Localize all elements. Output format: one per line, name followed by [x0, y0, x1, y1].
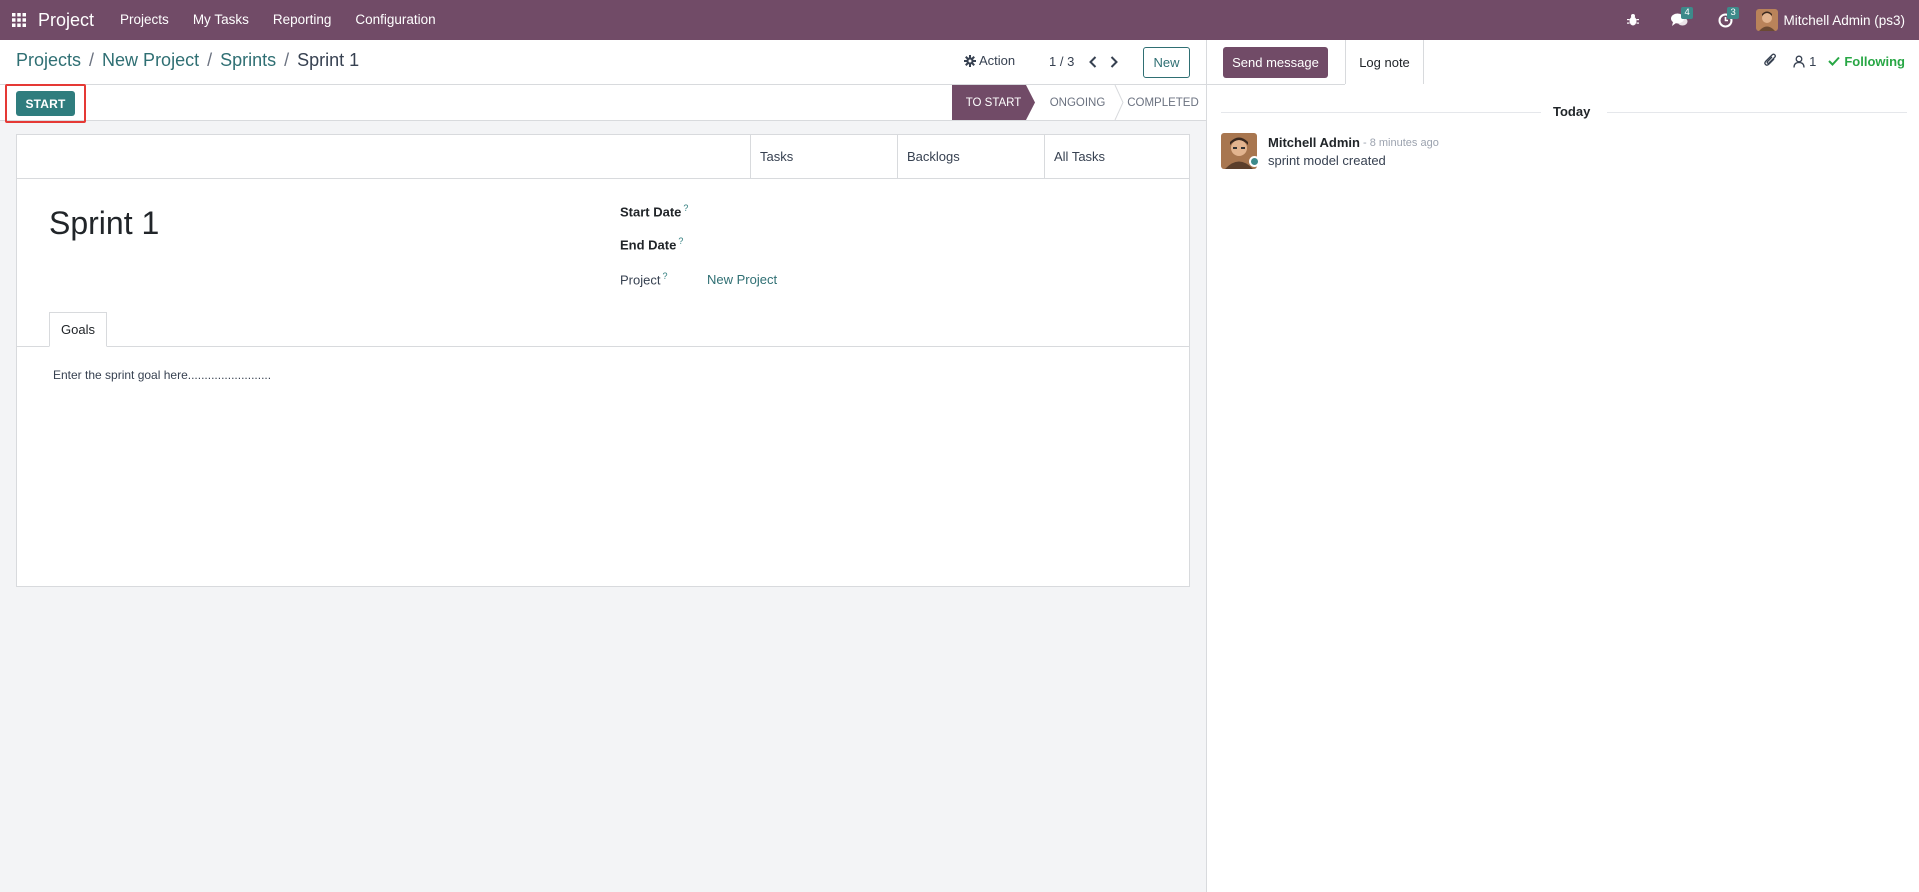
menu-my-tasks[interactable]: My Tasks	[181, 0, 261, 40]
breadcrumb-current: Sprint 1	[297, 50, 360, 70]
apps-menu-icon[interactable]	[0, 0, 38, 40]
chatter-panel: Send message Log note 1 Following Today …	[1206, 40, 1919, 892]
help-tooltip-icon[interactable]: ?	[678, 236, 683, 246]
check-icon	[1828, 56, 1841, 66]
menu-reporting[interactable]: Reporting	[261, 0, 344, 40]
tabs-divider	[17, 346, 1189, 347]
record-title[interactable]: Sprint 1	[49, 205, 159, 242]
pager-value[interactable]: 1 / 3	[1049, 54, 1074, 69]
action-label: Action	[979, 53, 1016, 68]
online-status-indicator	[1249, 156, 1260, 167]
project-field-value[interactable]: New Project	[707, 272, 777, 287]
breadcrumb-new-project[interactable]: New Project	[102, 50, 199, 71]
breadcrumb-separator: /	[284, 50, 290, 70]
breadcrumb-separator: /	[89, 50, 95, 70]
paperclip-icon[interactable]	[1763, 52, 1777, 70]
debug-bug-icon[interactable]	[1616, 0, 1650, 40]
project-label: Project?	[620, 271, 668, 288]
message-author[interactable]: Mitchell Admin	[1268, 135, 1360, 150]
followers-button[interactable]: 1	[1793, 54, 1816, 69]
user-name: Mitchell Admin (ps3)	[1783, 12, 1905, 28]
menu-projects[interactable]: Projects	[108, 0, 181, 40]
smart-button-tasks[interactable]: Tasks	[750, 135, 897, 178]
following-button[interactable]: Following	[1828, 54, 1905, 69]
action-menu-button[interactable]: Action	[964, 53, 1015, 68]
menu-configuration[interactable]: Configuration	[343, 0, 447, 40]
stage-to-start[interactable]: TO START	[952, 85, 1035, 120]
gear-icon	[964, 54, 976, 67]
start-date-label: Start Date?	[620, 203, 689, 220]
stage-ongoing[interactable]: ONGOING	[1035, 85, 1124, 120]
smart-button-all-tasks[interactable]: All Tasks	[1044, 135, 1189, 178]
message-timestamp: - 8 minutes ago	[1363, 137, 1439, 149]
new-button[interactable]: New	[1143, 47, 1190, 78]
activities-count-badge: 3	[1727, 7, 1739, 19]
pager-previous-icon[interactable]	[1084, 53, 1102, 71]
breadcrumb-sprints[interactable]: Sprints	[220, 50, 276, 71]
messages-count-badge: 4	[1681, 7, 1693, 19]
tab-goals[interactable]: Goals	[49, 312, 107, 347]
start-button-highlight	[5, 84, 86, 123]
stage-pipeline: TO START ONGOING COMPLETED	[952, 85, 1206, 120]
user-icon	[1793, 55, 1805, 68]
date-separator: Today	[1207, 104, 1919, 120]
breadcrumb-projects[interactable]: Projects	[16, 50, 81, 71]
status-bar: START TO START ONGOING COMPLETED	[0, 85, 1206, 121]
pager-next-icon[interactable]	[1105, 53, 1123, 71]
send-message-button[interactable]: Send message	[1223, 47, 1328, 78]
followers-count: 1	[1809, 53, 1817, 69]
top-navbar: Project Projects My Tasks Reporting Conf…	[0, 0, 1919, 40]
form-sheet: Tasks Backlogs All Tasks Sprint 1 Start …	[16, 134, 1190, 587]
following-label: Following	[1844, 53, 1905, 69]
help-tooltip-icon[interactable]: ?	[683, 203, 688, 213]
activities-clock-icon[interactable]: 3	[1708, 0, 1742, 40]
stage-ongoing-label: ONGOING	[1049, 96, 1106, 109]
user-avatar	[1756, 9, 1779, 31]
app-name[interactable]: Project	[38, 10, 94, 31]
date-separator-label: Today	[1545, 104, 1599, 119]
end-date-label: End Date?	[620, 236, 684, 253]
log-note-button[interactable]: Log note	[1345, 40, 1424, 84]
stage-completed-label: COMPLETED	[1127, 96, 1199, 109]
sprint-goal-text[interactable]: Enter the sprint goal here..............…	[53, 368, 271, 382]
control-panel: Projects / New Project / Sprints / Sprin…	[0, 40, 1206, 85]
chatter-divider	[1207, 84, 1345, 85]
stage-completed[interactable]: COMPLETED	[1120, 85, 1206, 120]
message-body: sprint model created	[1268, 153, 1386, 168]
messages-icon[interactable]: 4	[1662, 0, 1696, 40]
breadcrumb: Projects / New Project / Sprints / Sprin…	[16, 50, 359, 71]
smart-button-box: Tasks Backlogs All Tasks	[17, 135, 1189, 179]
smart-button-backlogs[interactable]: Backlogs	[897, 135, 1044, 178]
help-tooltip-icon[interactable]: ?	[662, 271, 667, 281]
chatter-toolbar: 1 Following	[1763, 52, 1905, 70]
breadcrumb-separator: /	[207, 50, 213, 70]
user-menu[interactable]: Mitchell Admin (ps3)	[1756, 9, 1905, 31]
